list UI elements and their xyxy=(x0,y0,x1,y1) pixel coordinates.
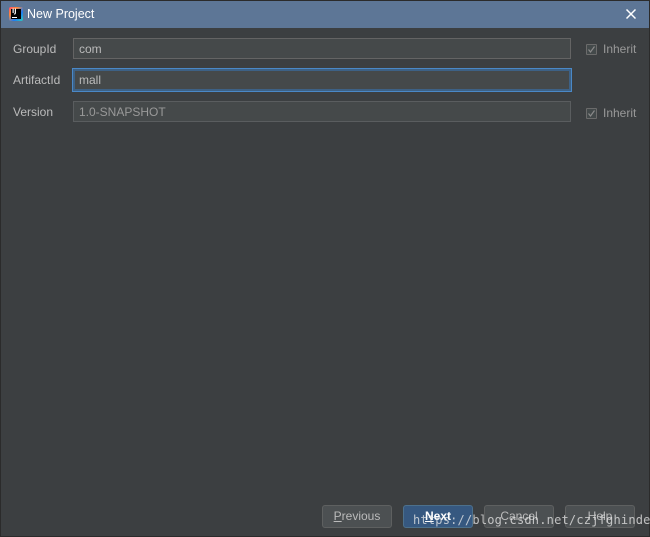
previous-button[interactable]: Previous xyxy=(322,505,392,528)
cancel-button[interactable]: Cancel xyxy=(484,505,554,528)
groupid-label: GroupId xyxy=(13,42,57,56)
previous-label: revious xyxy=(341,509,381,523)
close-icon xyxy=(625,8,637,20)
help-label: Help xyxy=(587,509,613,523)
intellij-app-icon xyxy=(9,7,23,21)
close-button[interactable] xyxy=(623,6,639,22)
groupid-inherit-label: Inherit xyxy=(603,42,637,56)
cancel-label: Cancel xyxy=(500,509,538,523)
checkbox-checked[interactable] xyxy=(586,43,597,55)
version-label: Version xyxy=(13,105,54,119)
artifactid-label: ArtifactId xyxy=(13,73,61,87)
next-button[interactable]: Next xyxy=(403,505,473,528)
check-icon xyxy=(588,45,595,53)
check-icon xyxy=(588,109,595,117)
previous-mnemonic: P xyxy=(333,509,342,523)
groupid-inherit-checkbox[interactable]: Inherit xyxy=(586,42,636,56)
help-button[interactable]: Help xyxy=(565,505,635,528)
version-inherit-label: Inherit xyxy=(603,106,637,120)
next-label: ext xyxy=(433,509,451,523)
title-bar[interactable]: New Project xyxy=(1,1,649,28)
next-mnemonic: N xyxy=(424,509,434,523)
version-input[interactable] xyxy=(73,101,571,122)
artifactid-input[interactable] xyxy=(73,69,571,91)
dialog-title: New Project xyxy=(27,7,95,21)
checkbox-checked[interactable] xyxy=(586,107,597,119)
version-inherit-checkbox[interactable]: Inherit xyxy=(586,106,636,120)
groupid-input[interactable] xyxy=(73,38,571,59)
new-project-dialog: New Project GroupId Inherit ArtifactId V… xyxy=(0,0,650,537)
